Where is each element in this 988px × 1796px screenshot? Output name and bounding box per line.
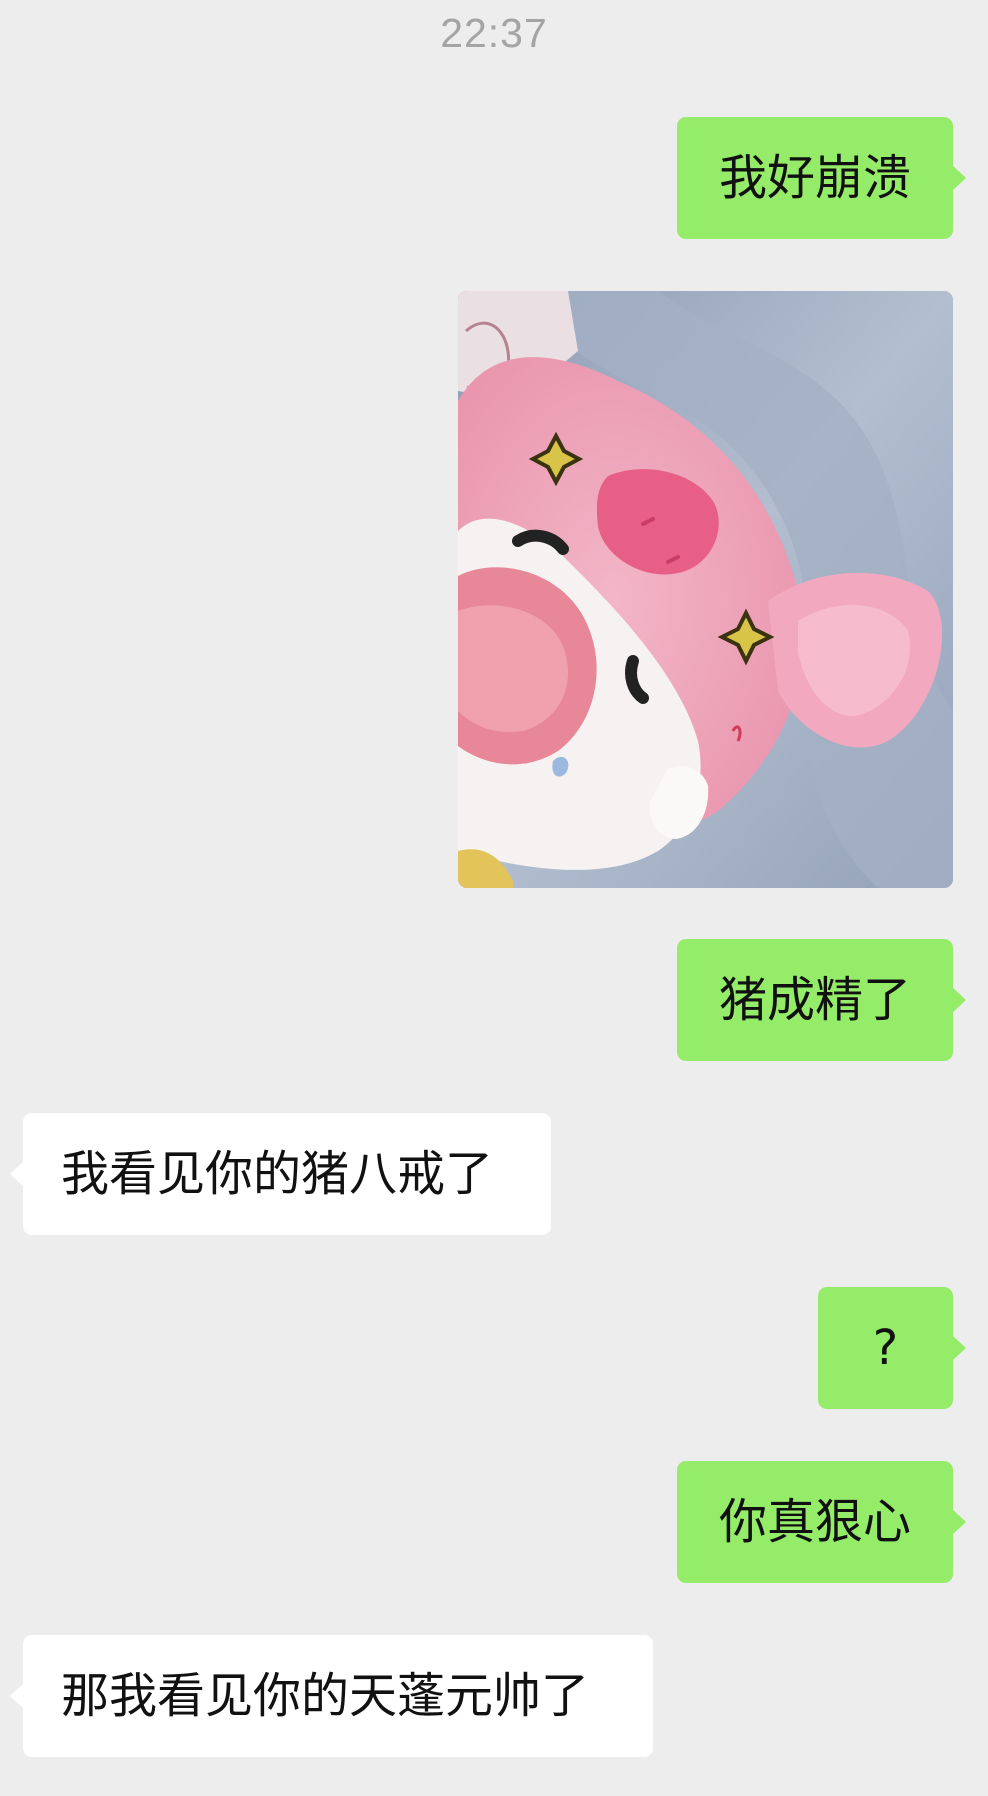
chat-timestamp: 22:37 (440, 10, 548, 56)
outgoing-message-bubble[interactable]: 你真狠心 (677, 1461, 966, 1583)
outgoing-message-bubble[interactable]: ? (818, 1287, 966, 1409)
pig-plush-image (458, 291, 953, 888)
outgoing-message-bubble[interactable]: 猪成精了 (677, 939, 966, 1061)
pig-plush-photo[interactable] (458, 291, 953, 888)
incoming-message-bubble[interactable]: 我看见你的猪八戒了 (10, 1113, 551, 1235)
outgoing-message-bubble[interactable]: 我好崩溃 (677, 117, 966, 239)
incoming-message-bubble[interactable]: 那我看见你的天蓬元帅了 (10, 1635, 653, 1757)
